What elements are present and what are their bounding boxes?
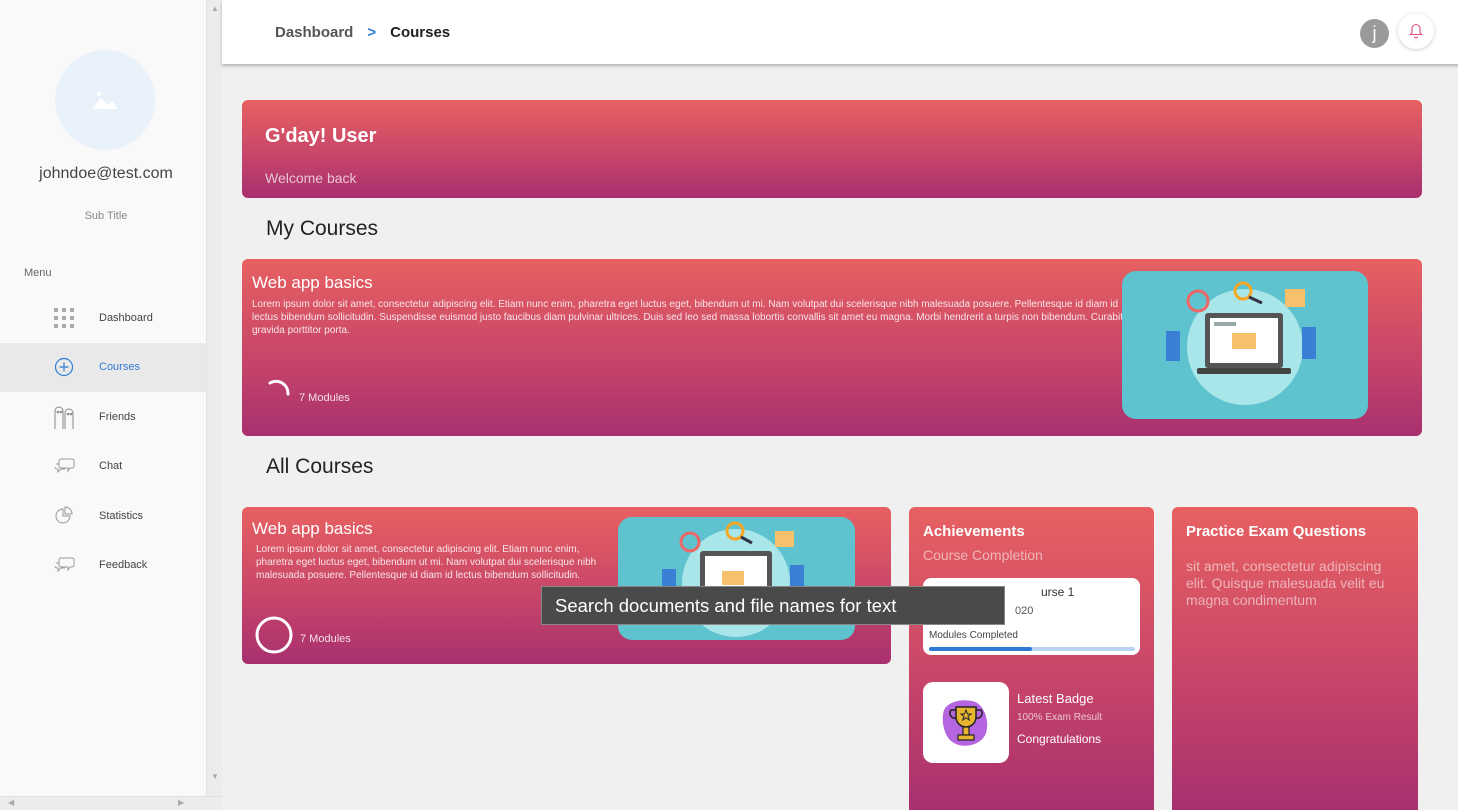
achievements-title: Achievements xyxy=(923,523,1025,540)
search-tooltip: Search documents and file names for text xyxy=(541,586,1005,625)
sidebar-item-label: Feedback xyxy=(99,559,148,572)
welcome-banner: G'day! User Welcome back xyxy=(242,100,1422,198)
sidebar-item-label: Chat xyxy=(99,460,123,473)
sidebar-item-label: Dashboard xyxy=(99,311,153,324)
completion-course-date: 020 xyxy=(1015,605,1034,617)
progress-ring-icon xyxy=(255,616,293,654)
course-description: Lorem ipsum dolor sit amet, consectetur … xyxy=(252,299,1132,336)
achievements-subtitle: Course Completion xyxy=(923,547,1043,563)
my-course-card[interactable]: Web app basics Lorem ipsum dolor sit ame… xyxy=(242,259,1422,436)
profile-image-placeholder[interactable] xyxy=(55,50,155,150)
modules-progress-fill xyxy=(929,647,1032,651)
top-bar: Dashboard > Courses j xyxy=(222,0,1464,64)
my-courses-heading: My Courses xyxy=(266,217,379,240)
scroll-down-arrow-icon[interactable]: ▼ xyxy=(211,772,219,781)
welcome-title: G'day! User xyxy=(265,125,377,147)
image-placeholder-icon xyxy=(92,91,118,109)
breadcrumb-current: Courses xyxy=(390,24,451,41)
main-scrollbar[interactable] xyxy=(1458,0,1464,810)
latest-badge-title: Latest Badge xyxy=(1017,691,1094,706)
scroll-up-arrow-icon[interactable]: ▲ xyxy=(211,4,219,13)
sidebar-item-statistics[interactable]: Statistics xyxy=(0,491,206,541)
breadcrumb-dashboard-link[interactable]: Dashboard xyxy=(275,24,353,41)
modules-progress-bar xyxy=(929,647,1135,651)
laptop-illustration-icon xyxy=(1166,281,1316,405)
course-title: Web app basics xyxy=(252,273,373,292)
bell-icon xyxy=(1409,23,1423,39)
sidebar-item-label: Friends xyxy=(99,410,136,423)
latest-badge-message: Congratulations xyxy=(1017,732,1102,746)
feedback-bubbles-icon xyxy=(50,551,78,579)
breadcrumb-chevron-icon: > xyxy=(367,24,377,41)
progress-spinner-icon xyxy=(268,379,290,396)
course-title: Web app basics xyxy=(252,519,373,538)
sidebar-scrollbar[interactable]: ▲ ▼ xyxy=(206,0,222,810)
sidebar-item-courses[interactable]: Courses xyxy=(0,342,206,392)
sidebar-item-label: Statistics xyxy=(99,509,144,522)
practice-exam-title: Practice Exam Questions xyxy=(1186,523,1367,540)
course-modules-count: 7 Modules xyxy=(299,392,350,404)
practice-exam-card[interactable]: Practice Exam Questions sit amet, consec… xyxy=(1172,507,1418,810)
sidebar-item-chat[interactable]: Chat xyxy=(0,442,206,492)
modules-completed-label: Modules Completed xyxy=(929,630,1018,641)
user-avatar[interactable]: j xyxy=(1360,19,1389,48)
user-email: johndoe@test.com xyxy=(39,165,173,182)
pie-chart-icon xyxy=(50,502,78,530)
friends-icon xyxy=(50,403,78,431)
practice-exam-text: sit amet, consectetur adipiscing elit. Q… xyxy=(1186,558,1385,608)
achievements-card: Achievements Course Completion urse 1 02… xyxy=(909,507,1154,810)
sidebar-item-label: Courses xyxy=(99,361,140,374)
sidebar-nav: Dashboard Courses Friends Chat Statistic… xyxy=(0,293,206,590)
breadcrumb: Dashboard > Courses xyxy=(275,24,450,41)
all-courses-heading: All Courses xyxy=(266,455,374,478)
chat-bubbles-icon xyxy=(50,452,78,480)
trophy-icon xyxy=(942,699,988,746)
sidebar-item-feedback[interactable]: Feedback xyxy=(0,541,206,591)
latest-badge-image[interactable] xyxy=(923,682,1009,763)
course-illustration xyxy=(1122,271,1368,419)
scroll-left-arrow-icon[interactable]: ◀ xyxy=(8,798,14,807)
sidebar-item-dashboard[interactable]: Dashboard xyxy=(0,293,206,343)
sidebar: johndoe@test.com Sub Title Menu Dashboar… xyxy=(0,0,206,810)
sidebar-item-friends[interactable]: Friends xyxy=(0,392,206,442)
completion-course-name: urse 1 xyxy=(1041,585,1075,599)
plus-circle-icon xyxy=(50,353,78,381)
grid-icon xyxy=(50,304,78,332)
notifications-button[interactable] xyxy=(1398,13,1434,49)
course-description: Lorem ipsum dolor sit amet, consectetur … xyxy=(256,544,597,581)
welcome-subtitle: Welcome back xyxy=(265,170,357,186)
user-subtitle: Sub Title xyxy=(84,210,128,222)
menu-label: Menu xyxy=(24,267,52,279)
course-modules-count: 7 Modules xyxy=(300,633,351,645)
latest-badge-detail: 100% Exam Result xyxy=(1017,712,1103,723)
sidebar-horizontal-scrollbar[interactable]: ◀ ▶ xyxy=(0,796,222,810)
scroll-right-arrow-icon[interactable]: ▶ xyxy=(178,798,184,807)
